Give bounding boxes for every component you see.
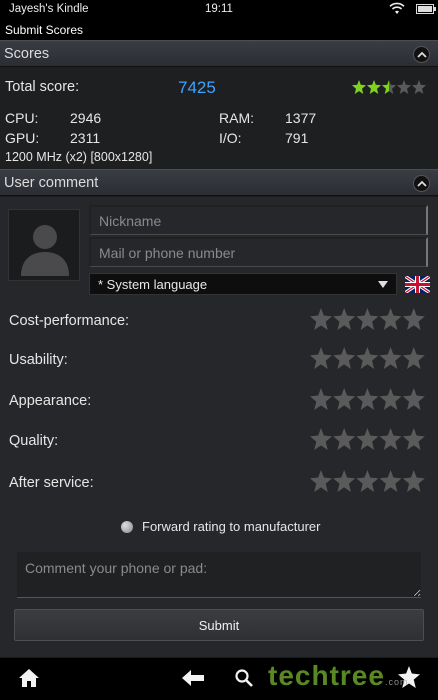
rating-row: Appearance:	[0, 385, 438, 417]
submit-button[interactable]: Submit	[14, 609, 424, 641]
search-icon[interactable]	[235, 669, 253, 687]
rating-label: Cost-performance:	[9, 313, 130, 329]
chevron-up-icon	[417, 180, 427, 187]
rating-star-icon[interactable]	[333, 347, 356, 369]
status-bar: Jayesh's Kindle 19:11	[0, 0, 438, 19]
rating-star-icon[interactable]	[379, 428, 402, 450]
rating-star-icon[interactable]	[310, 470, 332, 492]
rating-star-icon[interactable]	[379, 388, 402, 410]
language-select[interactable]: * System language	[89, 273, 397, 295]
rating-label: Appearance:	[9, 393, 92, 409]
rating-row: Usability:	[0, 344, 438, 376]
user-comment-section-header[interactable]: User comment	[0, 169, 438, 196]
scores-panel: Total score: 7425 CPU: 2946 RAM: 1377 GP…	[0, 67, 438, 169]
scores-header-label: Scores	[4, 46, 50, 62]
cpu-label: CPU:	[5, 110, 39, 126]
ram-value: 1377	[285, 110, 317, 126]
rating-star-icon[interactable]	[379, 347, 402, 369]
title-bar: Submit Scores	[0, 19, 438, 40]
wifi-icon	[389, 2, 405, 18]
device-spec: 1200 MHz (x2) [800x1280]	[5, 150, 153, 164]
rating-row: After service:	[0, 467, 438, 499]
rating-star-icon[interactable]	[333, 388, 356, 410]
total-score-label: Total score:	[5, 79, 80, 95]
io-value: 791	[285, 130, 309, 146]
rating-star-icon[interactable]	[333, 308, 356, 330]
rating-label: Usability:	[9, 352, 68, 368]
total-score-value: 7425	[178, 78, 216, 97]
uk-flag-icon[interactable]	[405, 276, 430, 293]
comment-textarea[interactable]	[17, 552, 421, 598]
rating-star-icon[interactable]	[356, 388, 379, 410]
io-label: I/O:	[219, 130, 242, 146]
watermark-logo: techtree.com	[268, 660, 409, 691]
rating-stars[interactable]	[310, 387, 426, 411]
rating-star-icon[interactable]	[333, 470, 356, 492]
forward-rating-label: Forward rating to manufacturer	[142, 519, 321, 534]
rating-row: Quality:	[0, 425, 438, 457]
rating-star-icon[interactable]	[310, 347, 332, 369]
user-comment-panel: * System language Cost-performance: Usabi…	[0, 197, 438, 657]
gpu-value: 2311	[70, 130, 101, 146]
rating-label: Quality:	[9, 433, 59, 449]
user-avatar-icon	[21, 225, 69, 276]
avatar[interactable]	[8, 209, 80, 281]
collapse-user-comment-button[interactable]	[413, 175, 430, 192]
device-name: Jayesh's Kindle	[9, 3, 89, 15]
rating-star-icon[interactable]	[379, 470, 402, 492]
battery-icon	[416, 4, 436, 14]
ram-label: RAM:	[219, 110, 254, 126]
rating-star-icon[interactable]	[310, 388, 332, 410]
rating-stars[interactable]	[310, 346, 426, 370]
rating-star-icon[interactable]	[402, 388, 425, 410]
rating-star-icon[interactable]	[356, 308, 379, 330]
cpu-value: 2946	[70, 110, 102, 126]
back-arrow-icon[interactable]	[182, 670, 204, 686]
rating-star-icon[interactable]	[310, 308, 332, 330]
dropdown-arrow-icon	[378, 281, 388, 288]
contact-input[interactable]	[89, 237, 428, 267]
user-comment-header-label: User comment	[4, 175, 99, 191]
collapse-scores-button[interactable]	[413, 46, 430, 63]
clock: 19:11	[205, 3, 233, 15]
chevron-up-icon	[417, 51, 427, 58]
page-title: Submit Scores	[5, 23, 84, 37]
rating-stars[interactable]	[310, 427, 426, 451]
rating-row: Cost-performance:	[0, 305, 438, 337]
rating-label: After service:	[9, 475, 94, 491]
rating-star-icon[interactable]	[356, 347, 379, 369]
rating-star-icon[interactable]	[333, 428, 356, 450]
total-score-stars	[352, 80, 426, 94]
nickname-input[interactable]	[89, 205, 428, 235]
scores-section-header[interactable]: Scores	[0, 40, 438, 67]
forward-rating-radio[interactable]	[121, 521, 133, 533]
rating-star-icon[interactable]	[402, 428, 425, 450]
rating-star-icon[interactable]	[402, 470, 425, 492]
rating-stars[interactable]	[310, 307, 426, 331]
rating-star-icon[interactable]	[356, 428, 379, 450]
rating-star-icon[interactable]	[310, 428, 332, 450]
language-select-value: * System language	[98, 277, 208, 292]
rating-star-icon[interactable]	[402, 308, 425, 330]
rating-star-icon[interactable]	[402, 347, 425, 369]
rating-star-icon[interactable]	[379, 308, 402, 330]
rating-stars[interactable]	[310, 469, 426, 493]
home-icon[interactable]	[18, 668, 40, 688]
rating-star-icon[interactable]	[356, 470, 379, 492]
gpu-label: GPU:	[5, 130, 40, 146]
